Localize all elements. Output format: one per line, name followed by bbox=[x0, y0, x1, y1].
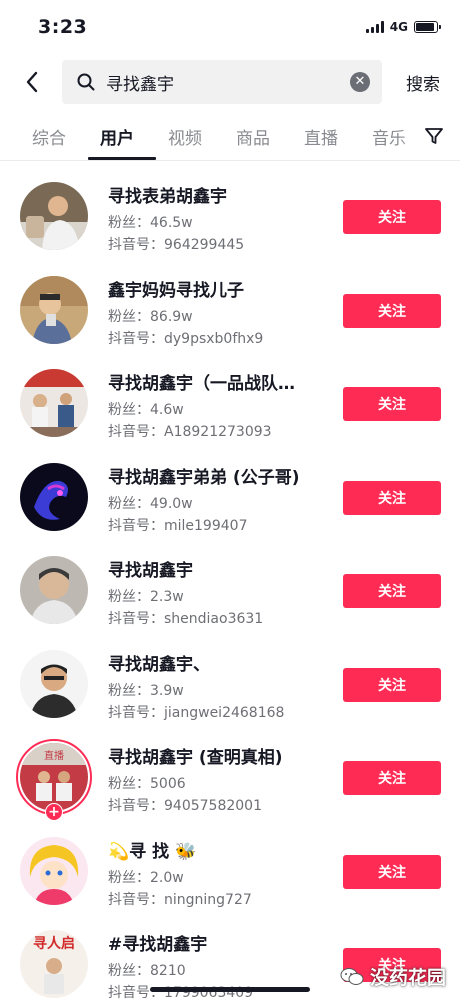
status-time: 3:23 bbox=[38, 16, 88, 38]
search-button[interactable]: 搜索 bbox=[406, 70, 440, 95]
avatar[interactable] bbox=[20, 556, 88, 624]
follow-button[interactable]: 关注 bbox=[343, 387, 441, 421]
list-item[interactable]: 寻找胡鑫宇（一品战队… 粉丝：4.6w 抖音号：A18921273093 关注 bbox=[0, 357, 460, 451]
douyin-id: 抖音号：mile199407 bbox=[108, 517, 248, 534]
filter-icon bbox=[425, 128, 443, 144]
list-item[interactable]: 💫寻 找 🐝 粉丝：2.0w 抖音号：ningning727 关注 bbox=[0, 825, 460, 919]
watermark-text: 没药花园 bbox=[369, 967, 446, 989]
user-results-list: 寻找表弟胡鑫宇 粉丝：46.5w 抖音号：964299445 关注 鑫宇妈妈寻找… bbox=[0, 170, 460, 1000]
plus-icon[interactable]: + bbox=[45, 803, 63, 821]
home-indicator[interactable] bbox=[150, 987, 310, 992]
list-item[interactable]: 鑫宇妈妈寻找儿子 粉丝：86.9w 抖音号：dy9psxb0fhx9 关注 bbox=[0, 264, 460, 358]
douyin-id: 抖音号：ningning727 bbox=[108, 891, 252, 908]
search-icon bbox=[77, 73, 95, 91]
user-name[interactable]: 寻找胡鑫宇 bbox=[108, 556, 328, 581]
poster-text: 寻人启 bbox=[33, 935, 75, 952]
avatar[interactable] bbox=[20, 275, 88, 344]
list-item[interactable]: 寻找胡鑫宇、 粉丝：3.9w 抖音号：jiangwei2468168 关注 bbox=[0, 638, 460, 732]
status-indicators: 4G bbox=[365, 20, 441, 34]
live-badge-text: 直播 bbox=[44, 749, 64, 762]
douyin-id: 抖音号：964299445 bbox=[108, 237, 245, 253]
follow-button[interactable]: 关注 bbox=[343, 761, 441, 795]
douyin-id: 抖音号：A18921273093 bbox=[108, 424, 272, 440]
wechat-icon bbox=[340, 967, 364, 985]
list-item[interactable]: 寻找表弟胡鑫宇 粉丝：46.5w 抖音号：964299445 关注 bbox=[0, 170, 460, 264]
avatar[interactable]: 寻人启 bbox=[20, 930, 88, 998]
list-item[interactable]: 寻找胡鑫宇弟弟 (公子哥) 粉丝：49.0w 抖音号：mile199407 关注 bbox=[0, 451, 460, 545]
filter-button[interactable] bbox=[424, 126, 444, 150]
follow-button[interactable]: 关注 bbox=[343, 667, 441, 702]
avatar[interactable] bbox=[20, 836, 88, 905]
follower-count: 粉丝：2.3w bbox=[108, 589, 184, 605]
tab-users[interactable]: 用户 bbox=[100, 124, 134, 149]
douyin-id: 抖音号：94057582001 bbox=[108, 798, 262, 814]
user-name[interactable]: 寻找胡鑫宇弟弟 (公子哥) bbox=[108, 463, 328, 488]
list-item[interactable]: 寻找胡鑫宇 粉丝：2.3w 抖音号：shendiao3631 关注 bbox=[0, 544, 460, 638]
avatar[interactable]: 直播 bbox=[20, 743, 88, 811]
follow-button[interactable]: 关注 bbox=[343, 480, 441, 515]
follower-count: 粉丝：46.5w bbox=[108, 215, 193, 231]
douyin-id: 抖音号：dy9psxb0fhx9 bbox=[108, 330, 264, 347]
follower-count: 粉丝：49.0w bbox=[108, 495, 193, 512]
user-name[interactable]: 寻找胡鑫宇（一品战队… bbox=[108, 369, 328, 394]
follower-count: 粉丝：3.9w bbox=[108, 682, 184, 699]
search-header: ✕ 搜索 bbox=[0, 58, 460, 106]
avatar[interactable] bbox=[20, 462, 88, 531]
battery-icon bbox=[414, 21, 441, 33]
search-input[interactable] bbox=[106, 60, 356, 104]
avatar[interactable] bbox=[20, 182, 88, 250]
douyin-id: 抖音号：shendiao3631 bbox=[108, 611, 264, 627]
follower-count: 粉丝：5006 bbox=[108, 776, 186, 792]
avatar[interactable] bbox=[20, 649, 88, 718]
follower-count: 粉丝：86.9w bbox=[108, 308, 193, 325]
signal-icon bbox=[365, 21, 384, 33]
douyin-id: 抖音号：jiangwei2468168 bbox=[108, 704, 285, 721]
follow-button[interactable]: 关注 bbox=[343, 854, 441, 889]
user-name[interactable]: 鑫宇妈妈寻找儿子 bbox=[108, 276, 328, 301]
user-name[interactable]: 寻找表弟胡鑫宇 bbox=[108, 182, 328, 207]
user-name[interactable]: 寻找胡鑫宇、 bbox=[108, 650, 328, 675]
user-name[interactable]: #寻找胡鑫宇 bbox=[108, 930, 328, 955]
network-label: 4G bbox=[389, 20, 408, 34]
follow-button[interactable]: 关注 bbox=[343, 293, 441, 328]
follower-count: 粉丝：8210 bbox=[108, 963, 186, 979]
follower-count: 粉丝：2.0w bbox=[108, 869, 184, 886]
status-bar: 3:23 4G bbox=[0, 0, 460, 52]
chevron-left-icon bbox=[26, 71, 38, 93]
follow-button[interactable]: 关注 bbox=[343, 200, 441, 234]
search-box[interactable]: ✕ bbox=[62, 60, 382, 104]
tab-videos[interactable]: 视频 bbox=[168, 124, 202, 149]
tab-products[interactable]: 商品 bbox=[236, 124, 270, 149]
watermark: 没药花园 bbox=[340, 963, 446, 990]
back-button[interactable] bbox=[16, 66, 48, 98]
user-name[interactable]: 寻找胡鑫宇 (查明真相) bbox=[108, 743, 328, 768]
list-item[interactable]: 直播 + 寻找胡鑫宇 (查明真相) 粉丝：5006 抖音号：9405758200… bbox=[0, 731, 460, 825]
follow-button[interactable]: 关注 bbox=[343, 574, 441, 608]
tab-comprehensive[interactable]: 综合 bbox=[32, 124, 66, 149]
avatar[interactable] bbox=[20, 369, 88, 437]
user-name[interactable]: 💫寻 找 🐝 bbox=[108, 837, 328, 862]
follower-count: 粉丝：4.6w bbox=[108, 402, 184, 418]
tab-live[interactable]: 直播 bbox=[304, 124, 338, 149]
close-circle-icon[interactable]: ✕ bbox=[350, 72, 370, 92]
search-tabs: 综合 用户 视频 商品 直播 音乐 bbox=[0, 116, 460, 160]
